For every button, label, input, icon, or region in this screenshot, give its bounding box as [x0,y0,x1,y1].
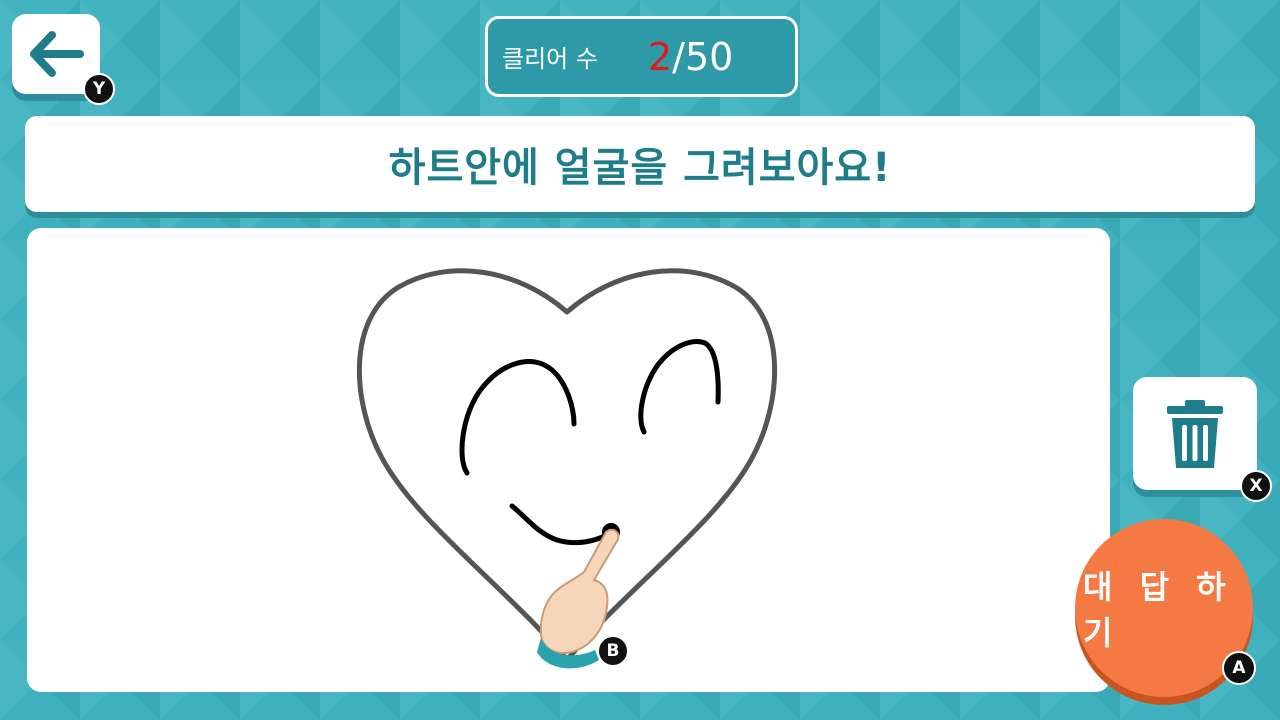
counter-value: 2/50 [648,35,733,79]
trash-icon [1167,399,1223,468]
prompt-banner: 하트안에 얼굴을 그려보아요! [25,116,1255,212]
counter-total: /50 [672,34,734,79]
clear-counter: 클리어 수 2/50 [485,16,798,97]
drawn-left-eye [459,359,577,476]
counter-label: 클리어 수 [502,45,598,73]
a-button-hint: A [1222,651,1256,685]
arrow-left-icon [30,31,84,77]
counter-current: 2 [647,34,673,79]
clear-drawing-button[interactable] [1133,377,1257,490]
x-button-hint: X [1240,470,1272,502]
prompt-text: 하트안에 얼굴을 그려보아요! [388,145,892,191]
answer-button-label: 대 답 하 기 [1083,568,1234,652]
y-button-hint: Y [83,73,115,105]
drawn-right-eye [638,339,721,435]
drawn-mouth [509,503,613,546]
drawing-canvas[interactable] [27,228,1110,692]
b-button-hint: B [597,635,629,667]
